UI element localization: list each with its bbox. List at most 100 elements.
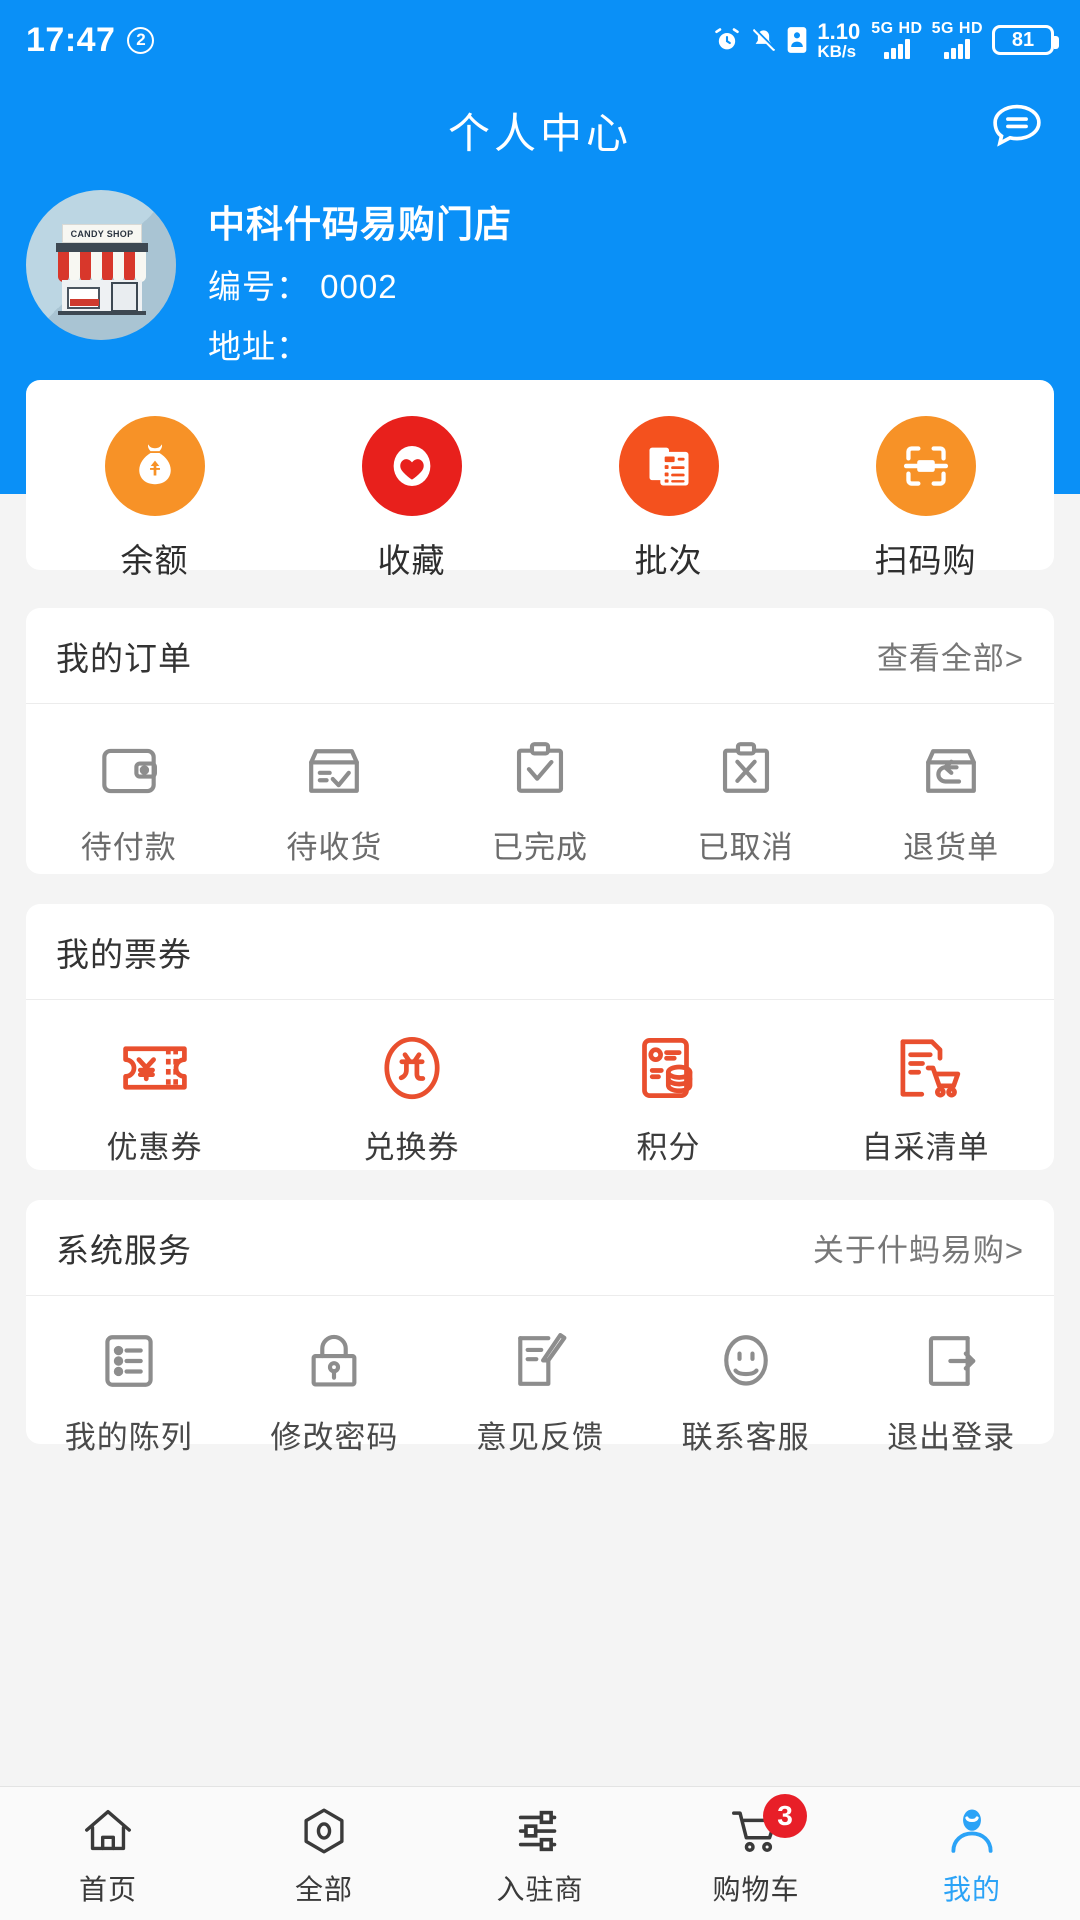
tab-all[interactable]: 全部: [216, 1787, 432, 1920]
order-status-cancelled[interactable]: 已取消: [643, 734, 849, 867]
orders-card-header: 我的订单 查看全部>: [26, 608, 1054, 704]
heart-icon: [361, 416, 462, 516]
quick-action-balance[interactable]: 余额: [26, 416, 283, 582]
order-status-label: 已完成: [491, 830, 588, 865]
logout-icon: [929, 1336, 976, 1386]
coupon-label: 自采清单: [861, 1130, 990, 1165]
shop-band: [56, 243, 148, 252]
smiley-face-icon: [723, 1335, 768, 1386]
tab-label: 购物车: [712, 1873, 800, 1905]
hexagon-icon: [295, 1800, 353, 1862]
orders-card: 我的订单 查看全部> 待付款 待收货 已完成 已取消 退货单: [26, 608, 1054, 874]
services-title: 系统服务: [56, 1231, 192, 1269]
feedback-edit-icon: [518, 1333, 567, 1386]
sim2-signal: 5G HD: [932, 21, 983, 59]
alarm-icon: [713, 26, 741, 54]
network-speed-value: 1.10: [817, 18, 861, 44]
status-bar-right: 1.10 KB/s 5G HD 5G HD 81: [713, 18, 1059, 61]
tab-merchants[interactable]: 入驻商: [432, 1787, 648, 1920]
service-change-password[interactable]: 修改密码: [232, 1324, 438, 1457]
tab-profile[interactable]: 我的: [864, 1787, 1080, 1920]
status-bar: 17:47 2 1.10 KB/s 5G HD 5G HD 81: [0, 0, 1080, 80]
quick-action-label: 余额: [120, 542, 189, 579]
coupon-item-exchange[interactable]: 兑换券: [283, 1026, 540, 1167]
lock-icon: [311, 1334, 357, 1387]
service-label: 退出登录: [887, 1420, 1016, 1455]
order-status-return[interactable]: 退货单: [848, 734, 1054, 867]
quick-actions-card: 余额 收藏 批次 扫码购: [26, 380, 1054, 579]
points-card-icon: [641, 1037, 692, 1099]
coupons-row: 优惠券 兑换券 积分 自采清单: [26, 1000, 1054, 1167]
store-address: 地址：: [208, 328, 310, 365]
order-status-label: 已取消: [697, 830, 794, 865]
service-feedback[interactable]: 意见反馈: [437, 1324, 643, 1457]
coupon-label: 积分: [636, 1130, 701, 1165]
sliders-icon: [511, 1800, 569, 1862]
quick-action-batch[interactable]: 批次: [540, 416, 797, 582]
services-card: 系统服务 关于什蚂易购> 我的陈列 修改密码 意见反馈 联系客服 退出登录: [26, 1200, 1054, 1455]
service-my-display[interactable]: 我的陈列: [26, 1324, 232, 1457]
sim1-signal: 5G HD: [871, 21, 922, 59]
order-status-unpaid[interactable]: 待付款: [26, 734, 232, 867]
shop-window: [67, 287, 100, 309]
sim2-bars: [944, 39, 971, 59]
network-speed: 1.10 KB/s: [817, 18, 861, 61]
tab-home[interactable]: 首页: [0, 1787, 216, 1920]
orders-row: 待付款 待收货 已完成 已取消 退货单: [26, 704, 1054, 867]
store-code: 编号： 0002: [208, 268, 398, 305]
cart-icon: 3: [727, 1793, 807, 1862]
cart-badge: 3: [763, 1793, 807, 1838]
status-bar-left: 17:47 2: [26, 20, 155, 60]
coupon-item-points[interactable]: 积分: [540, 1026, 797, 1167]
wallet-icon: [102, 748, 157, 794]
order-status-label: 退货单: [903, 830, 1000, 865]
tab-label: 首页: [78, 1873, 137, 1905]
coupon-label: 优惠券: [106, 1130, 203, 1165]
page-title: 个人中心: [447, 109, 632, 157]
navigation-bar: 个人中心: [0, 80, 1080, 180]
shop-awning: [58, 252, 146, 282]
network-speed-unit: KB/s: [817, 41, 857, 61]
package-check-icon: [309, 749, 360, 793]
store-profile[interactable]: CANDY SHOP 中科什码易购门店 编号： 0002 地址：: [26, 190, 1046, 365]
sim1-label: 5G HD: [871, 20, 923, 37]
list-icon: [105, 1335, 153, 1387]
order-status-label: 待付款: [80, 830, 177, 865]
coupons-card: 我的票券 优惠券 兑换券 积分 自采清单: [26, 904, 1054, 1170]
tab-cart[interactable]: 3 购物车: [648, 1787, 864, 1920]
service-label: 修改密码: [270, 1420, 399, 1455]
notification-count-badge: 2: [127, 26, 155, 54]
scan-code-icon: [875, 416, 976, 516]
coupon-ticket-icon: [122, 1046, 187, 1090]
quick-action-label: 收藏: [377, 542, 446, 579]
coupon-item-purchase-list[interactable]: 自采清单: [797, 1026, 1054, 1167]
candy-shop-icon: CANDY SHOP: [56, 224, 148, 315]
quick-action-label: 扫码购: [874, 542, 977, 579]
vcard-icon: [786, 26, 808, 54]
service-logout[interactable]: 退出登录: [848, 1324, 1054, 1457]
order-status-pending-receipt[interactable]: 待收货: [232, 734, 438, 867]
exchange-coupon-icon: [383, 1036, 440, 1100]
order-status-completed[interactable]: 已完成: [437, 734, 643, 867]
coupons-card-header: 我的票券: [26, 904, 1054, 1000]
battery-indicator: 81: [992, 25, 1059, 55]
mute-icon: [750, 27, 777, 54]
store-info: 中科什码易购门店 编号： 0002 地址：: [208, 190, 512, 368]
avatar: CANDY SHOP: [26, 190, 176, 340]
shop-base: [58, 311, 146, 315]
sim2-label: 5G HD: [931, 20, 983, 37]
about-link[interactable]: 关于什蚂易购>: [813, 1225, 1024, 1270]
quick-action-favorites[interactable]: 收藏: [283, 416, 540, 582]
tab-label: 全部: [294, 1873, 353, 1905]
coupon-item-discount[interactable]: 优惠券: [26, 1026, 283, 1167]
clipboard-x-icon: [722, 742, 769, 793]
status-time: 17:47: [26, 20, 116, 59]
message-bubble-icon[interactable]: [986, 97, 1048, 164]
quick-action-scan-buy[interactable]: 扫码购: [797, 416, 1054, 582]
service-label: 意见反馈: [475, 1420, 604, 1455]
service-label: 我的陈列: [64, 1420, 193, 1455]
services-row: 我的陈列 修改密码 意见反馈 联系客服 退出登录: [26, 1296, 1054, 1457]
shop-sign-text: CANDY SHOP: [70, 228, 134, 239]
orders-view-all-link[interactable]: 查看全部>: [877, 633, 1024, 678]
service-contact-support[interactable]: 联系客服: [643, 1324, 849, 1457]
